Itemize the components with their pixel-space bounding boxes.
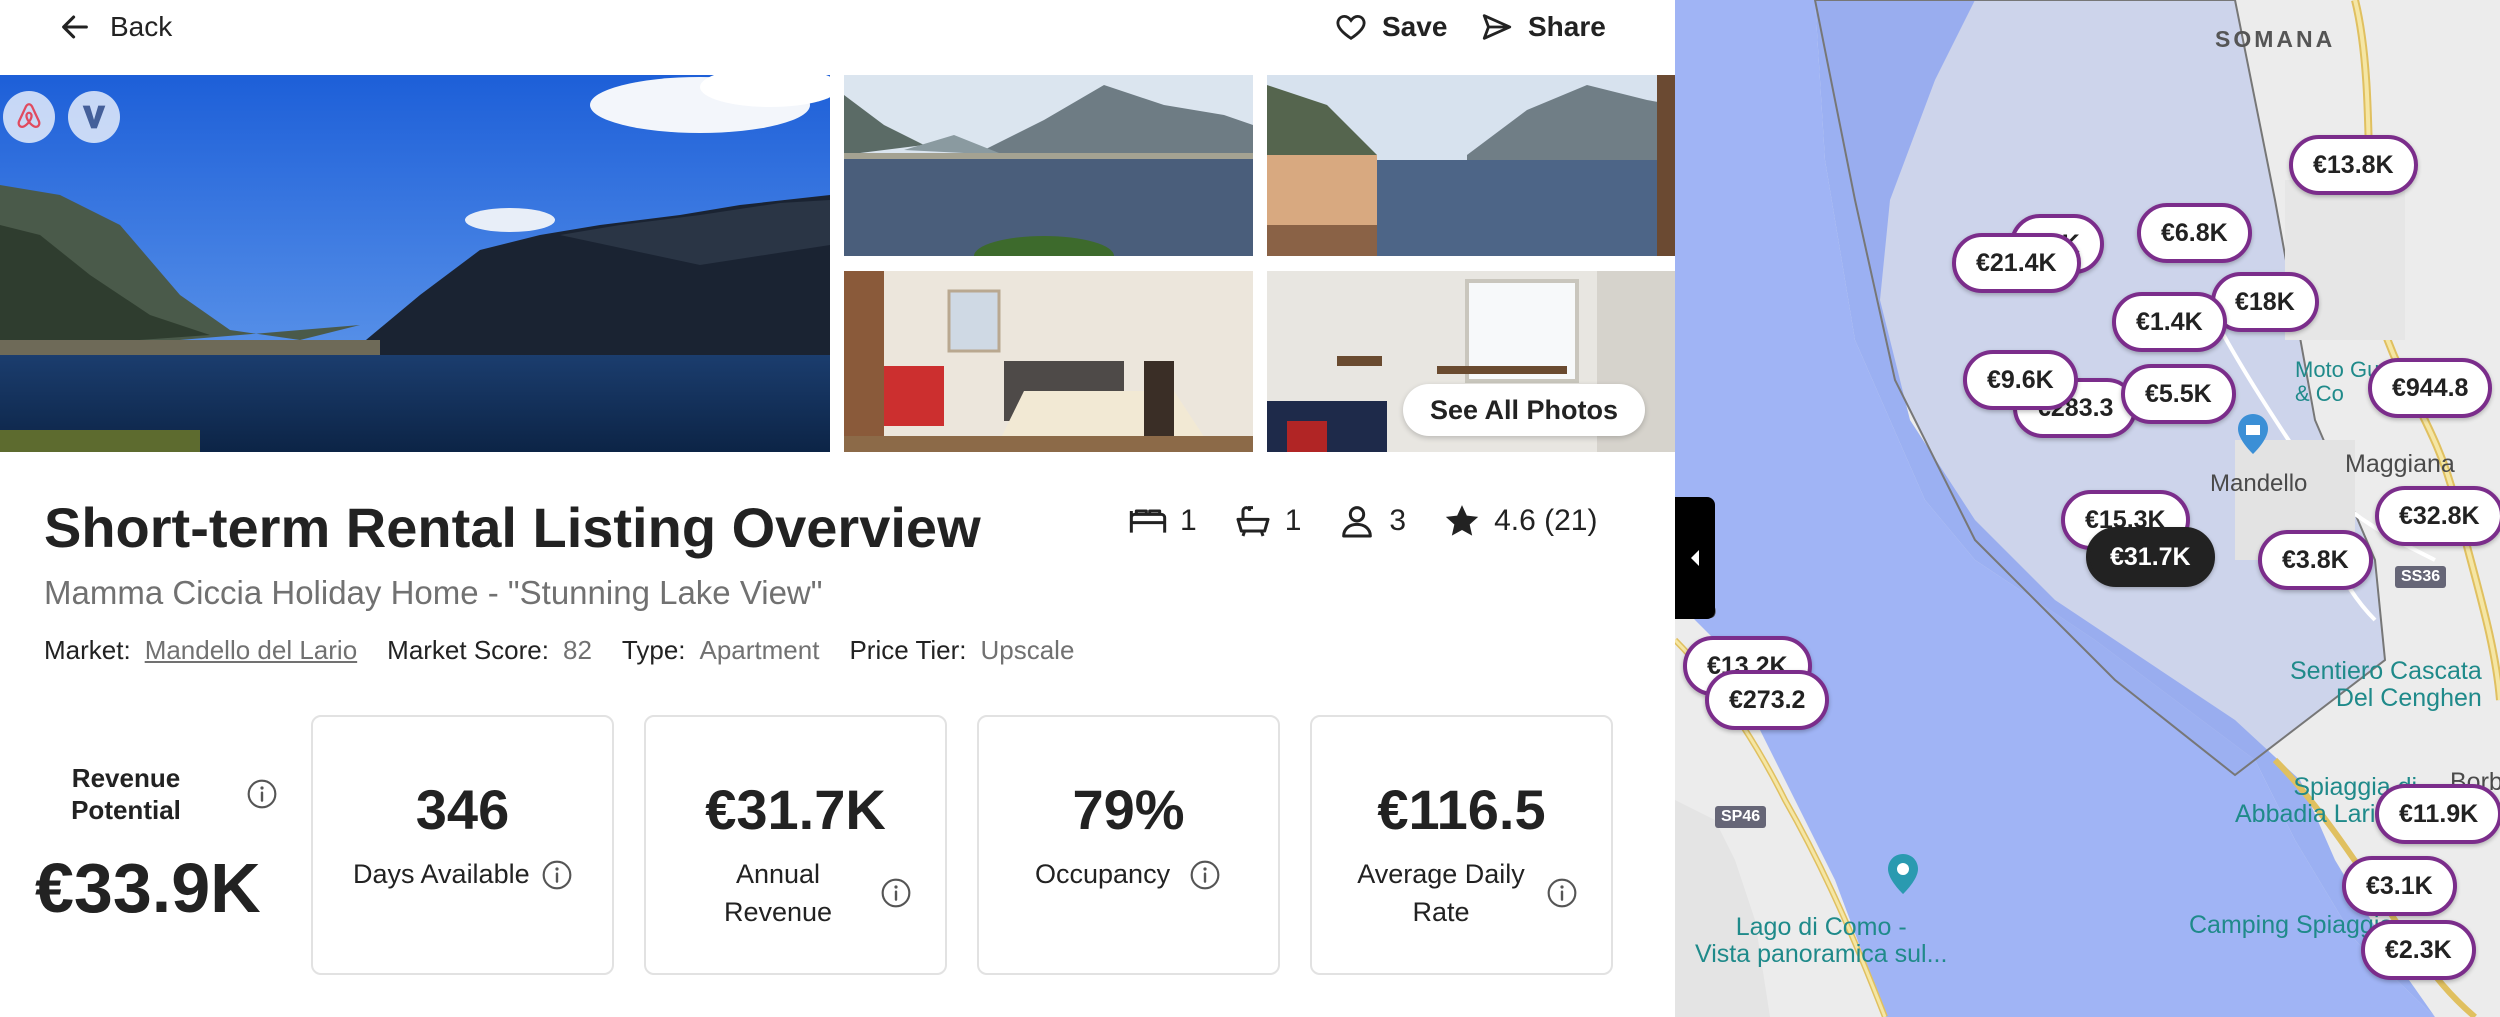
- main-photo[interactable]: [0, 75, 830, 452]
- share-label: Share: [1528, 11, 1606, 42]
- days-available-label: Days Available: [353, 859, 530, 889]
- revenue-potential-label: Revenue Potential: [71, 763, 181, 825]
- bathrooms-stat: 1: [1233, 501, 1302, 541]
- bathrooms-count: 1: [1284, 504, 1302, 537]
- lake-photo[interactable]: [844, 75, 1253, 256]
- bathtub-icon: [1236, 506, 1270, 537]
- share-button[interactable]: Share: [1480, 10, 1606, 44]
- person-icon: [1342, 506, 1373, 538]
- listing-stats: 1 1 3 4.6 (21): [1128, 501, 1597, 541]
- map-price-pin[interactable]: €13.8K: [2289, 135, 2418, 195]
- map-price-pin[interactable]: €3.1K: [2342, 856, 2457, 916]
- road-badge-ss36: SS36: [2395, 566, 2447, 588]
- back-button[interactable]: Back: [58, 10, 172, 44]
- price-tier-value: Upscale: [980, 635, 1075, 665]
- museum-pin-icon[interactable]: [2235, 412, 2271, 456]
- market-label: Market:: [44, 635, 131, 665]
- listing-panel: Back Save Share See All Photos Short-ter…: [0, 0, 1675, 1017]
- save-button[interactable]: Save: [1334, 10, 1447, 44]
- map-price-pin[interactable]: €21.4K: [1952, 233, 2081, 293]
- type-value: Apartment: [699, 635, 820, 665]
- map-price-pin[interactable]: €6.8K: [2137, 203, 2252, 263]
- map-price-pin-selected[interactable]: €31.7K: [2086, 527, 2215, 587]
- map-price-pin[interactable]: €32.8K: [2375, 486, 2500, 546]
- revenue-potential-value: €33.9K: [35, 849, 261, 927]
- map-label-camping: Camping Spiaggia: [2189, 911, 2394, 939]
- top-bar: Back Save Share: [0, 0, 1675, 75]
- average-daily-rate-label: Average Daily Rate: [1357, 859, 1525, 927]
- save-label: Save: [1382, 11, 1448, 42]
- map-price-pin[interactable]: €9.6K: [1963, 350, 2078, 410]
- vrbo-icon[interactable]: [68, 91, 120, 143]
- rating-stat: 4.6 (21): [1442, 501, 1597, 541]
- listing-meta: Market: Mandello del Lario Market Score:…: [44, 635, 1104, 666]
- map-price-pin[interactable]: €3.8K: [2258, 530, 2373, 590]
- occupancy-label: Occupancy: [1035, 859, 1171, 889]
- info-icon[interactable]: [246, 778, 278, 810]
- map-label-somana: SOMANA: [2215, 26, 2336, 52]
- market-score-label: Market Score:: [387, 635, 549, 665]
- info-icon[interactable]: [541, 859, 573, 891]
- map-label-lago-di-como: Lago di Como - Vista panoramica sul...: [1695, 913, 1948, 968]
- days-available-value: 346: [415, 778, 510, 841]
- map-price-pin[interactable]: €1.4K: [2112, 292, 2227, 352]
- listing-name: Mamma Ciccia Holiday Home - "Stunning La…: [44, 574, 823, 611]
- map-price-pin[interactable]: €2.3K: [2361, 920, 2476, 980]
- annual-revenue-label: Annual Revenue: [723, 859, 833, 927]
- map-price-pin[interactable]: €944.8: [2368, 358, 2493, 418]
- send-icon: [1482, 14, 1512, 40]
- annual-revenue-card: €31.7K Annual Revenue: [644, 715, 947, 975]
- average-daily-rate-value: €116.5: [1377, 778, 1546, 841]
- caret-left-icon: [1691, 550, 1699, 566]
- back-label: Back: [110, 11, 173, 42]
- map-label-mandello: Mandello: [2210, 470, 2308, 497]
- days-available-card: 346 Days Available: [311, 715, 614, 975]
- map-price-pin[interactable]: €18K: [2211, 272, 2319, 332]
- price-tier-label: Price Tier:: [849, 635, 967, 665]
- camera-pin-icon[interactable]: [1885, 852, 1921, 896]
- dining-room-photo[interactable]: [844, 271, 1253, 452]
- average-daily-rate-card: €116.5 Average Daily Rate: [1310, 715, 1613, 975]
- annual-revenue-value: €31.7K: [705, 778, 886, 841]
- map-price-pin[interactable]: €11.9K: [2375, 784, 2500, 844]
- airbnb-icon[interactable]: [3, 91, 55, 143]
- see-all-photos-button[interactable]: See All Photos: [1403, 384, 1645, 436]
- collapse-panel-button[interactable]: [1675, 497, 1715, 619]
- map[interactable]: SOMANA Mandello Maggiana Moto Guzzi di &…: [1675, 0, 2500, 1017]
- map-price-pin[interactable]: €273.2: [1705, 670, 1830, 730]
- guests-stat: 3: [1337, 501, 1406, 541]
- star-icon: [1445, 505, 1479, 536]
- occupancy-card: 79% Occupancy: [977, 715, 1280, 975]
- rating-value: 4.6 (21): [1494, 504, 1598, 537]
- road-badge-sp46: SP46: [1715, 806, 1767, 828]
- guests-count: 3: [1389, 504, 1407, 537]
- market-link[interactable]: Mandello del Lario: [145, 635, 357, 666]
- arrow-left-icon: [62, 15, 88, 39]
- heart-icon: [1336, 14, 1366, 40]
- page-title: Short-term Rental Listing Overview: [44, 496, 981, 559]
- type-label: Type:: [621, 635, 686, 665]
- market-score-value: 82: [562, 635, 592, 665]
- info-icon[interactable]: [1189, 859, 1221, 891]
- bed-icon: [1129, 509, 1167, 533]
- info-icon[interactable]: [1546, 877, 1578, 909]
- bedrooms-count: 1: [1180, 504, 1197, 537]
- map-label-sentiero: Sentiero Cascata Del Cenghen: [2290, 657, 2482, 712]
- balcony-photo[interactable]: [1267, 75, 1675, 256]
- map-label-maggiana: Maggiana: [2345, 450, 2455, 478]
- occupancy-value: 79%: [1072, 778, 1185, 841]
- bedrooms-stat: 1: [1128, 501, 1197, 541]
- info-icon[interactable]: [880, 877, 912, 909]
- map-price-pin[interactable]: €5.5K: [2121, 364, 2236, 424]
